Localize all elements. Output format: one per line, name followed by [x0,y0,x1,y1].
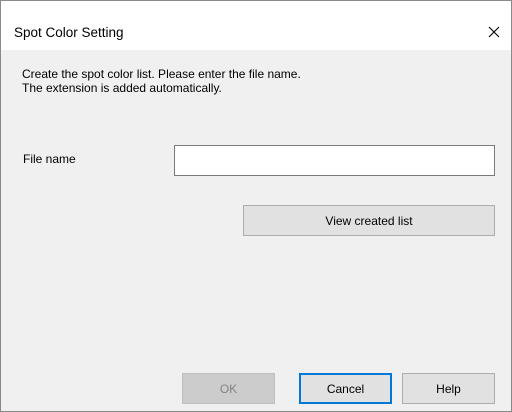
help-button[interactable]: Help [402,373,495,404]
description-line-1: Create the spot color list. Please enter… [22,67,301,81]
ok-button[interactable]: OK [182,373,275,404]
window-title: Spot Color Setting [14,25,124,40]
file-name-input[interactable] [174,145,495,176]
view-created-list-button[interactable]: View created list [243,205,495,236]
close-icon [488,26,500,38]
file-name-label: File name [23,152,76,166]
title-bar: Spot Color Setting [1,1,511,50]
description-text: Create the spot color list. Please enter… [22,67,301,95]
description-line-2: The extension is added automatically. [22,81,222,95]
cancel-button[interactable]: Cancel [299,373,392,404]
close-button[interactable] [477,17,511,47]
